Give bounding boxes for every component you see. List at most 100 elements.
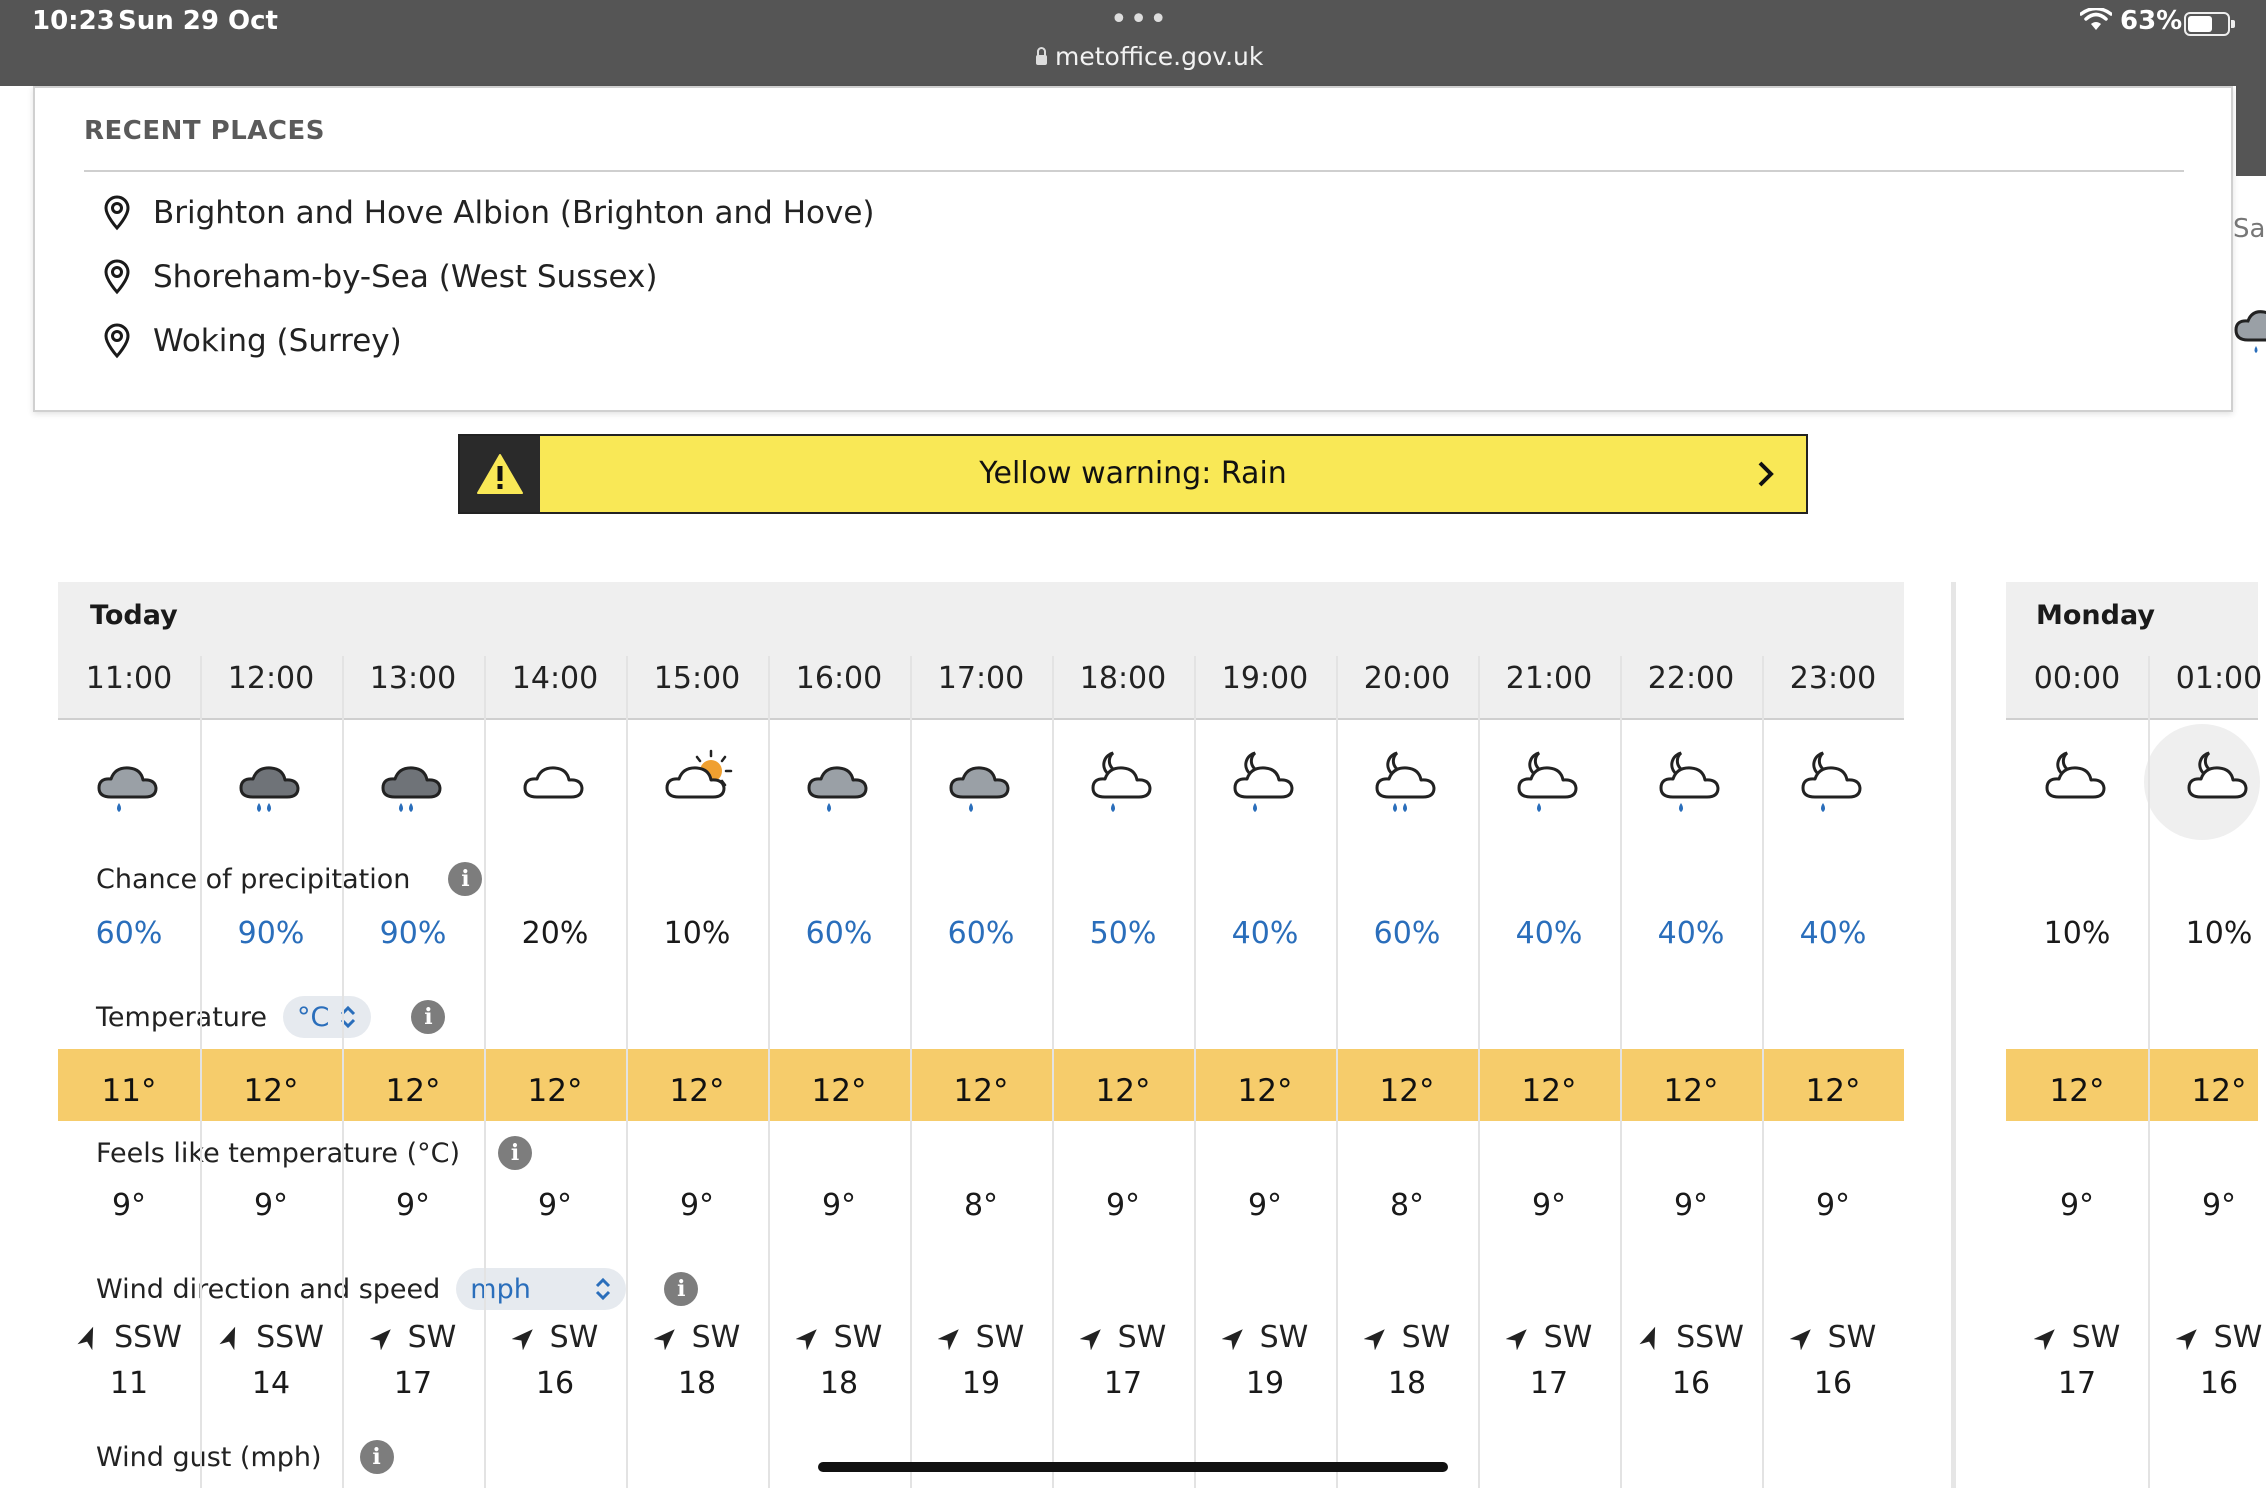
wind-unit-select[interactable]: mph xyxy=(456,1268,627,1310)
wind-direction: SW xyxy=(2148,1314,2266,1360)
night-cloud-light-rain-icon[interactable] xyxy=(1620,740,1762,830)
temperature-value: 12° xyxy=(527,1073,583,1109)
time-cell[interactable]: 12:00 xyxy=(200,656,342,720)
time-cell[interactable]: 18:00 xyxy=(1052,656,1194,720)
wind-direction: SSW xyxy=(58,1314,200,1360)
divider xyxy=(84,170,2184,172)
wind-arrow-icon xyxy=(369,1329,391,1350)
night-cloud-light-rain-icon[interactable] xyxy=(1762,740,1904,830)
precip-value: 60% xyxy=(95,916,163,951)
recent-place-item[interactable]: Shoreham-by-Sea (West Sussex) xyxy=(101,252,657,302)
wind-direction: SW xyxy=(484,1314,626,1360)
time-cell[interactable]: 11:00 xyxy=(58,656,200,720)
chevron-updown-icon xyxy=(596,1277,611,1301)
wind-direction-text: SW xyxy=(549,1319,599,1355)
time-cell[interactable]: 22:00 xyxy=(1620,656,1762,720)
info-icon[interactable]: i xyxy=(664,1272,699,1306)
cloud-icon[interactable] xyxy=(484,740,626,830)
wind-arrow-icon xyxy=(795,1329,817,1350)
wind-direction-text: SSW xyxy=(114,1319,182,1355)
info-icon[interactable]: i xyxy=(448,862,483,896)
cloud-light-rain-icon[interactable] xyxy=(58,740,200,830)
warning-banner[interactable]: Yellow warning: Rain xyxy=(458,434,1808,514)
time-cell[interactable]: 01:00 xyxy=(2148,656,2266,720)
night-cloud-light-rain-icon[interactable] xyxy=(1194,740,1336,830)
wind-speed-value: 16 xyxy=(1671,1366,1711,1401)
recent-place-item[interactable]: Woking (Surrey) xyxy=(101,316,402,366)
precip-value: 90% xyxy=(237,916,305,951)
wind-arrow-icon xyxy=(1363,1329,1385,1350)
multitask-dots[interactable]: ••• xyxy=(1110,2,1169,37)
feels-like-value: 9° xyxy=(111,1188,147,1223)
cloud-light-rain-icon[interactable] xyxy=(910,740,1052,830)
precip-value: 40% xyxy=(1231,916,1299,951)
time-cell[interactable]: 13:00 xyxy=(342,656,484,720)
night-cloud-heavy-rain-icon[interactable] xyxy=(1336,740,1478,830)
temperature-value: 11° xyxy=(101,1073,157,1109)
cloud-heavy-rain-icon[interactable] xyxy=(200,740,342,830)
time-cell[interactable]: 17:00 xyxy=(910,656,1052,720)
wind-speed-value: 16 xyxy=(1813,1366,1853,1401)
time-cell[interactable]: 21:00 xyxy=(1478,656,1620,720)
time-cell[interactable]: 00:00 xyxy=(2006,656,2148,720)
info-icon[interactable]: i xyxy=(359,1440,394,1474)
recent-place-item[interactable]: Brighton and Hove Albion (Brighton and H… xyxy=(101,188,875,238)
feels-like-value: 9° xyxy=(1247,1188,1283,1223)
url-text: metoffice.gov.uk xyxy=(1055,42,1264,71)
cloud-light-rain-icon[interactable] xyxy=(768,740,910,830)
wind-speed-value: 16 xyxy=(535,1366,575,1401)
wind-direction-text: SW xyxy=(1117,1319,1167,1355)
wind-label: Wind direction and speed mph i xyxy=(96,1268,699,1310)
recent-places-dropdown: RECENT PLACES Brighton and Hove Albion (… xyxy=(33,86,2233,412)
wind-arrow-icon xyxy=(1639,1326,1656,1350)
wind-arrow-icon xyxy=(2033,1329,2055,1350)
temperature-unit-select[interactable]: °C xyxy=(283,996,372,1038)
wind-direction: SW xyxy=(1336,1314,1478,1360)
time-cell[interactable]: 14:00 xyxy=(484,656,626,720)
wind-direction: SW xyxy=(768,1314,910,1360)
day-separator xyxy=(1951,582,1956,1488)
wind-speed-value: 18 xyxy=(677,1366,717,1401)
info-icon[interactable]: i xyxy=(498,1136,533,1170)
wind-direction: SSW xyxy=(200,1314,342,1360)
wind-direction-text: SSW xyxy=(1676,1319,1744,1355)
night-cloud-icon[interactable] xyxy=(2148,740,2266,830)
location-pin-icon xyxy=(104,323,130,359)
temperature-value: 12° xyxy=(953,1073,1009,1109)
feels-like-value: 9° xyxy=(2059,1188,2095,1223)
wind-direction-text: SW xyxy=(691,1319,741,1355)
night-cloud-icon[interactable] xyxy=(2006,740,2148,830)
wind-speed-value: 18 xyxy=(819,1366,859,1401)
wind-direction-text: SSW xyxy=(256,1319,324,1355)
wind-arrow-icon xyxy=(219,1326,236,1350)
home-indicator[interactable] xyxy=(818,1462,1448,1472)
time-cell[interactable]: 16:00 xyxy=(768,656,910,720)
address-bar[interactable]: metoffice.gov.uk xyxy=(1036,42,1263,71)
wind-direction: SW xyxy=(1762,1314,1904,1360)
sun-cloud-icon[interactable] xyxy=(626,740,768,830)
chevron-right-icon xyxy=(1726,436,1806,512)
time-cell[interactable]: 15:00 xyxy=(626,656,768,720)
wind-direction-text: SW xyxy=(1543,1319,1593,1355)
wind-direction-text: SW xyxy=(2213,1319,2263,1355)
precip-value: 40% xyxy=(1515,916,1583,951)
recent-places-title: RECENT PLACES xyxy=(84,116,325,146)
night-cloud-light-rain-icon[interactable] xyxy=(1478,740,1620,830)
time-cell[interactable]: 20:00 xyxy=(1336,656,1478,720)
temperature-value: 12° xyxy=(1521,1073,1577,1109)
feels-like-value: 8° xyxy=(1389,1188,1425,1223)
cloud-heavy-rain-icon[interactable] xyxy=(342,740,484,830)
feels-like-label-text: Feels like temperature (°C) xyxy=(96,1137,461,1169)
wind-direction: SW xyxy=(910,1314,1052,1360)
temperature-value: 12° xyxy=(2049,1073,2105,1109)
wind-direction: SW xyxy=(342,1314,484,1360)
wind-speed-value: 17 xyxy=(2057,1366,2097,1401)
wind-direction: SW xyxy=(2006,1314,2148,1360)
time-cell[interactable]: 23:00 xyxy=(1762,656,1904,720)
temperature-value: 12° xyxy=(811,1073,867,1109)
warning-text: Yellow warning: Rain xyxy=(979,456,1287,491)
temperature-label-text: Temperature xyxy=(96,1001,268,1033)
time-cell[interactable]: 19:00 xyxy=(1194,656,1336,720)
night-cloud-light-rain-icon[interactable] xyxy=(1052,740,1194,830)
info-icon[interactable]: i xyxy=(411,1000,446,1034)
